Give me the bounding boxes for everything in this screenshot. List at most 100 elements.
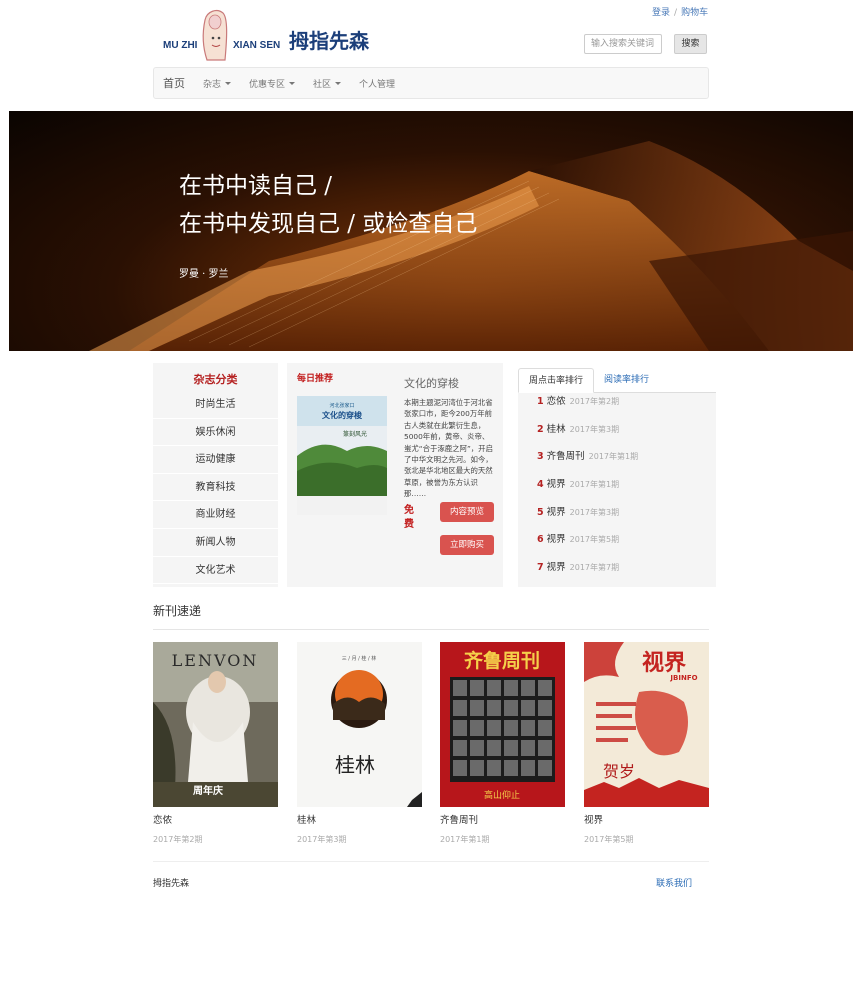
cover-title-text: 视界 xyxy=(642,650,686,676)
category-item[interactable]: 新闻人物 xyxy=(153,529,278,557)
magazine-card[interactable]: 三 / 月 / 桂 / 林 桂林 桂林 2017年第3期 xyxy=(297,642,422,845)
cover-title-text: 齐鲁周刊 xyxy=(464,649,540,672)
nav-home[interactable]: 首页 xyxy=(154,75,194,91)
rank-issue: 2017年第1期 xyxy=(588,452,639,462)
cover-top-text: 河北张家口 xyxy=(329,402,354,409)
nav-discounts-label: 优惠专区 xyxy=(249,79,286,90)
magazine-name[interactable]: 桂林 xyxy=(297,812,422,826)
magazine-name[interactable]: 视界 xyxy=(584,812,709,826)
rank-number: 4 xyxy=(537,479,544,491)
ranking-row[interactable]: 7 视界 2017年第7期 xyxy=(518,559,716,587)
magazine-cover-shijie[interactable]: 视界 JBINFO 贺岁 xyxy=(584,642,709,807)
preview-button[interactable]: 内容预览 xyxy=(440,502,494,522)
hero-banner[interactable]: 在书中读自己 / 在书中发现自己 / 或检查自己 罗曼 · 罗兰 xyxy=(9,111,853,351)
ranking-tabs: 周点击率排行 阅读率排行 xyxy=(518,368,716,393)
daily-recommend-title[interactable]: 文化的穿梭 xyxy=(404,375,459,391)
magazine-cover-lenvon[interactable]: LENVON 周年庆 xyxy=(153,642,278,807)
rank-name: 桂林 xyxy=(546,423,566,435)
search-button[interactable]: 搜索 xyxy=(674,34,707,54)
category-item[interactable]: 运动健康 xyxy=(153,446,278,474)
footer-divider xyxy=(153,861,709,862)
rank-number: 5 xyxy=(537,506,544,518)
daily-recommend-label: 每日推荐 xyxy=(297,374,334,384)
cover-title-text: 文化的穿梭 xyxy=(322,410,363,420)
cover-subtitle-text: JBINFO xyxy=(669,674,697,682)
nav-community-label: 社区 xyxy=(313,79,332,90)
cart-link[interactable]: 购物车 xyxy=(681,8,708,18)
site-logo[interactable]: MU ZHI XIAN SEN 拇指先森 xyxy=(163,8,403,64)
hero-quote-author: 罗曼 · 罗兰 xyxy=(179,269,229,280)
magazine-name[interactable]: 齐鲁周刊 xyxy=(440,812,565,826)
cover-portrait-grid xyxy=(450,677,555,782)
rank-number: 3 xyxy=(537,451,544,463)
daily-recommend-panel: 每日推荐 文化的穿梭 河北张家口 文化的穿梭 篆刻风光 本期主题泥河湾位于河北省… xyxy=(287,363,503,587)
rank-number: 2 xyxy=(537,423,544,435)
rank-issue: 2017年第7期 xyxy=(569,563,620,573)
rank-number: 6 xyxy=(537,534,544,546)
rank-issue: 2017年第5期 xyxy=(569,535,620,545)
thumb-logo-icon xyxy=(202,10,228,61)
ranking-row[interactable]: 4 视界 2017年第1期 xyxy=(518,476,716,504)
category-title: 杂志分类 xyxy=(193,373,238,386)
magazine-cover-qilu[interactable]: 齐鲁周刊 高山仰止 xyxy=(440,642,565,807)
rank-number: 1 xyxy=(537,396,544,407)
search-input[interactable]: 输入搜索关键词 xyxy=(584,34,662,54)
cover-title-text: LENVON xyxy=(172,651,259,670)
chevron-down-icon xyxy=(289,81,296,85)
ranking-row[interactable]: 5 视界 2017年第3期 xyxy=(518,504,716,532)
nav-personal[interactable]: 个人管理 xyxy=(350,77,404,90)
ranking-row[interactable]: 6 视界 2017年第5期 xyxy=(518,531,716,559)
rank-issue: 2017年第1期 xyxy=(569,480,620,490)
rank-name: 视界 xyxy=(546,562,566,574)
footer-brand: 拇指先森 xyxy=(153,879,190,889)
nav-magazines-label: 杂志 xyxy=(203,79,222,90)
rank-issue: 2017年第3期 xyxy=(569,424,620,434)
magazine-issue: 2017年第5期 xyxy=(584,835,634,844)
ranking-row[interactable]: 3 齐鲁周刊 2017年第1期 xyxy=(518,448,716,476)
nav-discounts[interactable]: 优惠专区 xyxy=(240,77,304,90)
category-item[interactable]: 娱乐休闲 xyxy=(153,419,278,447)
magazine-name[interactable]: 恋侬 xyxy=(153,812,278,826)
category-item[interactable]: 文化艺术 xyxy=(153,557,278,585)
chevron-down-icon xyxy=(225,81,232,85)
hero-quote-line-2: 在书中发现自己 / 或检查自己 xyxy=(179,211,478,237)
category-item[interactable]: 教育科技 xyxy=(153,474,278,502)
cover-note-text: 高山仰止 xyxy=(484,789,520,801)
magazine-card[interactable]: 视界 JBINFO 贺岁 视界 2017年第5期 xyxy=(584,642,709,845)
nav-home-label: 首页 xyxy=(163,77,185,90)
new-issues-title: 新刊速递 xyxy=(153,604,202,618)
magazine-cover-guilin[interactable]: 三 / 月 / 桂 / 林 桂林 xyxy=(297,642,422,807)
tab-reading-rate[interactable]: 阅读率排行 xyxy=(594,368,659,393)
rank-name: 恋侬 xyxy=(546,396,566,407)
chevron-down-icon xyxy=(335,81,342,85)
logo-latin-2: XIAN SEN xyxy=(233,40,281,51)
magazine-card[interactable]: 齐鲁周刊 高山仰止 齐鲁周刊 2017年第1期 xyxy=(440,642,565,845)
cover-subtitle-text: 篆刻风光 xyxy=(343,430,367,438)
rank-issue: 2017年第3期 xyxy=(569,507,620,517)
rank-issue: 2017年第2期 xyxy=(569,397,620,406)
category-item[interactable]: 商业财经 xyxy=(153,501,278,529)
nav-magazines[interactable]: 杂志 xyxy=(194,77,240,90)
nav-personal-label: 个人管理 xyxy=(359,79,396,90)
cover-title-text: 桂林 xyxy=(335,753,375,777)
buy-now-button[interactable]: 立即购买 xyxy=(440,535,494,555)
daily-magazine-cover[interactable]: 河北张家口 文化的穿梭 篆刻风光 xyxy=(297,396,387,515)
category-item[interactable]: 时尚生活 xyxy=(153,391,278,419)
rank-name: 视界 xyxy=(546,534,566,546)
main-navbar: 首页 杂志 优惠专区 社区 个人管理 xyxy=(153,67,709,99)
nav-community[interactable]: 社区 xyxy=(304,77,350,90)
contact-us-link[interactable]: 联系我们 xyxy=(656,876,692,889)
rank-number: 7 xyxy=(537,562,544,574)
section-divider xyxy=(153,629,709,630)
top-links: 登录 / 购物车 xyxy=(652,5,708,18)
tab-weekly-clicks[interactable]: 周点击率排行 xyxy=(518,368,595,393)
logo-latin-1: MU ZHI xyxy=(163,40,198,51)
magazine-card[interactable]: LENVON 周年庆 恋侬 2017年第2期 xyxy=(153,642,278,845)
rank-name: 齐鲁周刊 xyxy=(546,451,585,463)
ranking-row[interactable]: 1 恋侬 2017年第2期 xyxy=(518,393,716,421)
category-panel: 杂志分类 时尚生活 娱乐休闲 运动健康 教育科技 商业财经 新闻人物 文化艺术 xyxy=(153,363,278,587)
free-badge: 免费 xyxy=(404,505,414,530)
login-link[interactable]: 登录 xyxy=(652,8,670,18)
cover-note-text: 周年庆 xyxy=(193,784,223,797)
ranking-row[interactable]: 2 桂林 2017年第3期 xyxy=(518,421,716,449)
